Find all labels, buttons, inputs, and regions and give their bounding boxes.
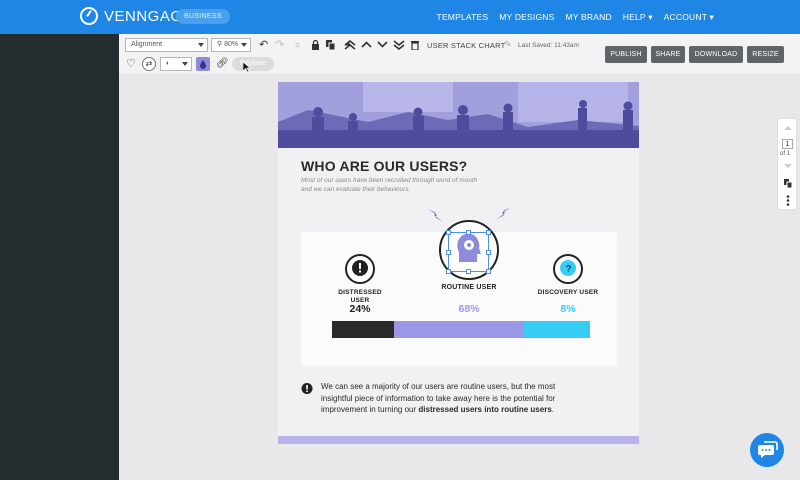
nav-account[interactable]: ACCOUNT ▾ bbox=[664, 12, 714, 23]
bar-distressed[interactable] bbox=[332, 321, 394, 338]
copy-page-icon[interactable] bbox=[784, 179, 792, 188]
resize-handle[interactable] bbox=[486, 269, 491, 274]
move-up-icon[interactable] bbox=[361, 41, 372, 48]
alignment-value: Alignment bbox=[131, 41, 163, 48]
chevron-down-icon bbox=[241, 43, 247, 47]
chevron-up-icon[interactable] bbox=[784, 125, 792, 131]
replace-button[interactable]: Replace bbox=[232, 57, 274, 71]
nav-templates[interactable]: TEMPLATES bbox=[437, 12, 489, 22]
discovery-user-icon[interactable]: ? bbox=[553, 254, 583, 284]
head-question-icon: ? bbox=[560, 260, 576, 276]
bar-routine[interactable] bbox=[394, 321, 523, 338]
head-exclamation-icon bbox=[352, 260, 368, 276]
left-sidebar bbox=[0, 34, 119, 480]
resize-handle[interactable] bbox=[446, 230, 451, 235]
download-button[interactable]: DOWNLOAD bbox=[689, 46, 743, 63]
logo-icon bbox=[80, 7, 98, 25]
fill-color-button[interactable] bbox=[196, 57, 210, 71]
bar-discovery[interactable] bbox=[523, 321, 590, 338]
distressed-user-label: DISTRESSED USER bbox=[338, 289, 382, 304]
exclamation-head-icon bbox=[301, 383, 313, 394]
last-saved: Last Saved: 11:43am bbox=[518, 42, 579, 49]
infographic-title[interactable]: WHO ARE OUR USERS? bbox=[301, 158, 467, 174]
trash-icon[interactable] bbox=[411, 40, 419, 50]
note-emphasis: distressed users into routine users bbox=[418, 405, 552, 414]
page-count: of 1 bbox=[780, 151, 791, 157]
zoom-select[interactable]: ⚲ 80% bbox=[211, 38, 251, 52]
note-end: . bbox=[551, 405, 554, 414]
resize-handle[interactable] bbox=[466, 269, 471, 274]
discovery-user-label: DISCOVERY USER bbox=[537, 289, 599, 296]
infographic-subtitle[interactable]: Most of our users have been recruited th… bbox=[301, 176, 481, 194]
footer-strip bbox=[278, 436, 639, 444]
more-icon[interactable] bbox=[786, 195, 790, 206]
zoom-value: 80% bbox=[224, 41, 239, 48]
move-down-icon[interactable] bbox=[377, 41, 388, 48]
redo-icon[interactable]: ↷ bbox=[275, 39, 284, 51]
selection-box[interactable] bbox=[446, 230, 491, 274]
top-navbar: VENNGAGE BUSINESS TEMPLATES MY DESIGNS M… bbox=[0, 0, 800, 34]
resize-handle[interactable] bbox=[486, 230, 491, 235]
bring-to-front-icon[interactable] bbox=[344, 40, 356, 50]
discovery-user-value: 8% bbox=[560, 303, 576, 315]
lock-icon[interactable] bbox=[311, 40, 320, 50]
office-silhouette-image bbox=[278, 82, 639, 148]
plan-badge: BUSINESS bbox=[176, 9, 230, 24]
main-nav: TEMPLATES MY DESIGNS MY BRAND HELP ▾ ACC… bbox=[437, 0, 714, 34]
routine-user-value: 68% bbox=[458, 303, 480, 315]
distressed-user-value: 24% bbox=[349, 303, 371, 315]
insight-note[interactable]: We can see a majority of our users are r… bbox=[321, 381, 586, 416]
element-name: USER STACK CHART bbox=[427, 41, 506, 50]
distressed-user-icon[interactable] bbox=[345, 254, 375, 284]
chat-icon bbox=[758, 441, 778, 458]
link-icon[interactable]: 🔗︎ bbox=[216, 58, 229, 70]
resize-handle[interactable] bbox=[446, 250, 451, 255]
nav-help[interactable]: HELP ▾ bbox=[623, 12, 653, 23]
edit-icon[interactable]: ✎ bbox=[504, 38, 512, 50]
design-canvas[interactable]: WHO ARE OUR USERS? Most of our users hav… bbox=[278, 82, 639, 444]
svg-text:?: ? bbox=[566, 264, 572, 275]
contrast-icon: ◐ bbox=[166, 60, 171, 67]
resize-button[interactable]: RESIZE bbox=[747, 46, 784, 63]
page-navigator: 1 of 1 bbox=[777, 118, 797, 210]
resize-handle[interactable] bbox=[446, 269, 451, 274]
contrast-select[interactable]: ◐ bbox=[160, 57, 192, 71]
chevron-down-icon bbox=[182, 62, 188, 66]
undo-icon[interactable]: ↶ bbox=[259, 39, 268, 51]
cursor-icon bbox=[243, 62, 251, 73]
duplicate-icon[interactable] bbox=[326, 40, 336, 50]
chevron-down-icon bbox=[198, 43, 204, 47]
swap-icon[interactable]: ⇄ bbox=[142, 57, 156, 71]
resize-handle[interactable] bbox=[466, 230, 471, 235]
heart-icon[interactable]: ♡ bbox=[126, 58, 136, 70]
routine-user-label: ROUTINE USER bbox=[441, 284, 497, 291]
page-number[interactable]: 1 bbox=[782, 139, 793, 149]
share-button[interactable]: SHARE bbox=[651, 46, 685, 63]
resize-handle[interactable] bbox=[486, 250, 491, 255]
nav-my-designs[interactable]: MY DESIGNS bbox=[499, 12, 554, 22]
hero-photo bbox=[278, 82, 639, 148]
chat-button[interactable] bbox=[750, 433, 784, 467]
send-back-icon[interactable] bbox=[393, 40, 405, 50]
fill-icon bbox=[200, 60, 206, 69]
chevron-down-icon[interactable] bbox=[784, 163, 792, 169]
nav-my-brand[interactable]: MY BRAND bbox=[565, 12, 611, 22]
publish-button[interactable]: PUBLISH bbox=[605, 46, 647, 63]
lightning-icon bbox=[496, 207, 511, 220]
search-icon: ⚲ bbox=[217, 41, 223, 48]
alignment-select[interactable]: Alignment bbox=[125, 38, 208, 52]
crop-icon[interactable]: ⌗ bbox=[295, 39, 300, 51]
